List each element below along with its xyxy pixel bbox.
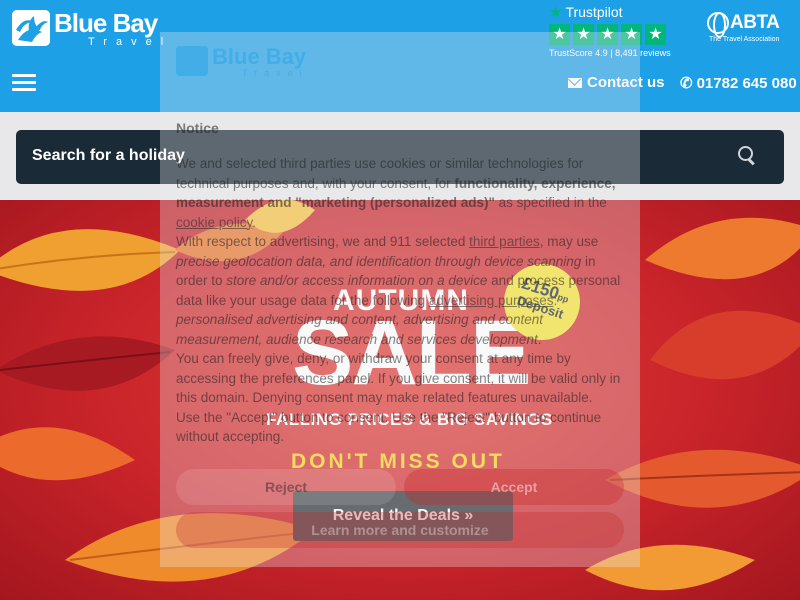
brand-logo[interactable]: Blue Bay Travel [12, 10, 172, 48]
cookie-text-italic: personalised advertising and content, ad… [176, 312, 543, 347]
cookie-policy-link[interactable]: cookie policy [176, 215, 252, 230]
cookie-text: You can freely give, deny, or withdraw y… [176, 351, 621, 405]
abta-logo[interactable]: ABTA The Travel Association [707, 12, 780, 43]
palm-tree-icon [12, 10, 50, 46]
globe-icon [707, 12, 729, 38]
cookie-body: We and selected third parties use cookie… [176, 156, 621, 445]
third-parties-link[interactable]: third parties [469, 234, 540, 249]
palm-tree-icon [176, 46, 208, 76]
trustpilot-label: Trustpilot [565, 4, 623, 20]
search-icon[interactable] [738, 146, 756, 164]
learn-more-button[interactable]: Learn more and customize [176, 512, 624, 548]
cookie-text: Use the "Accept" button to consent. Use … [176, 409, 602, 445]
cookie-text: as specified in the [494, 195, 607, 210]
trustpilot-star-icon: ★ [549, 4, 563, 21]
cookie-text: : [553, 292, 558, 308]
leaf-decoration [650, 310, 800, 380]
reject-button[interactable]: Reject [176, 469, 396, 505]
cookie-brand-sub: Travel [242, 68, 309, 78]
phone-number: 01782 645 080 [696, 74, 797, 92]
brand-name: Blue Bay [54, 8, 158, 38]
leaf-decoration [0, 336, 175, 391]
cookie-brand-logo: Blue Bay Travel [176, 46, 309, 78]
phone-link[interactable]: ✆ 01782 645 080 [680, 74, 797, 93]
hamburger-icon[interactable] [12, 74, 36, 92]
leaf-decoration [0, 427, 135, 481]
cookie-consent-dialog: Blue Bay Travel Notice We and selected th… [160, 32, 640, 567]
phone-icon: ✆ [680, 75, 693, 92]
star-icon: ★ [645, 24, 666, 45]
cookie-text: With respect to advertising, we and 911 … [176, 234, 470, 249]
cookie-text: , may use [539, 234, 599, 249]
cookie-brand-name: Blue Bay [212, 44, 307, 69]
cookie-text-italic: store and/or access information on a dev… [226, 273, 488, 288]
accept-button[interactable]: Accept [404, 469, 624, 505]
abta-name: ABTA [730, 12, 780, 33]
cookie-heading: Notice [176, 120, 219, 136]
advertising-purposes-link[interactable]: advertising purposes [429, 293, 554, 308]
cookie-text-italic: precise geolocation data, and identifica… [176, 253, 582, 269]
